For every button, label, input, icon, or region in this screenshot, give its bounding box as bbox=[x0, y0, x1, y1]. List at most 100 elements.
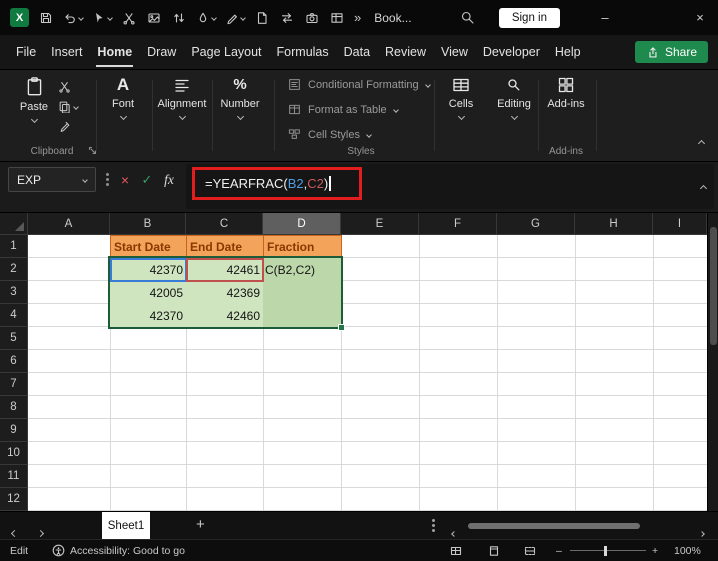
cut-icon[interactable] bbox=[121, 9, 137, 27]
tab-developer[interactable]: Developer bbox=[483, 45, 540, 59]
cell-styles-dropdown-icon[interactable] bbox=[366, 131, 372, 138]
tab-help[interactable]: Help bbox=[555, 45, 581, 59]
row-header-7[interactable]: 7 bbox=[0, 373, 28, 396]
row-header-5[interactable]: 5 bbox=[0, 327, 28, 350]
collapse-ribbon-button[interactable] bbox=[697, 133, 706, 151]
row-header-6[interactable]: 6 bbox=[0, 350, 28, 373]
zoom-slider-thumb[interactable] bbox=[604, 546, 607, 556]
row-header-11[interactable]: 11 bbox=[0, 465, 28, 488]
addins-button[interactable]: Add-ins bbox=[542, 76, 590, 110]
font-dropdown-icon[interactable] bbox=[119, 112, 127, 121]
vertical-scrollbar[interactable] bbox=[707, 213, 718, 511]
table-icon[interactable] bbox=[329, 9, 345, 27]
normal-view-button[interactable] bbox=[450, 540, 462, 561]
excel-logo-icon[interactable]: X bbox=[10, 8, 29, 27]
tab-review[interactable]: Review bbox=[385, 45, 426, 59]
font-color-icon[interactable] bbox=[225, 9, 246, 27]
paste-button[interactable]: Paste bbox=[12, 76, 56, 124]
alignment-group-button[interactable]: Alignment bbox=[156, 76, 208, 121]
camera-icon[interactable] bbox=[304, 9, 320, 27]
row-header-9[interactable]: 9 bbox=[0, 419, 28, 442]
format-as-table-button[interactable]: Format as Table bbox=[288, 103, 399, 116]
column-header-i[interactable]: I bbox=[653, 213, 707, 235]
row-header-8[interactable]: 8 bbox=[0, 396, 28, 419]
editing-dropdown-icon[interactable] bbox=[510, 112, 518, 121]
format-as-table-dropdown-icon[interactable] bbox=[392, 106, 399, 113]
select-all-corner[interactable] bbox=[0, 213, 28, 235]
search-icon[interactable] bbox=[460, 9, 476, 27]
number-group-button[interactable]: % Number bbox=[216, 76, 264, 121]
tab-draw[interactable]: Draw bbox=[147, 45, 176, 59]
paste-dropdown-icon[interactable] bbox=[30, 115, 38, 124]
copy-dropdown-icon[interactable] bbox=[73, 103, 79, 110]
column-header-g[interactable]: G bbox=[497, 213, 575, 235]
tab-data[interactable]: Data bbox=[344, 45, 370, 59]
formula-bar-expand-button[interactable] bbox=[699, 178, 708, 196]
horizontal-scrollbar-thumb[interactable] bbox=[468, 523, 640, 529]
share-button[interactable]: Share bbox=[634, 41, 708, 63]
cut-button[interactable] bbox=[58, 80, 71, 93]
column-header-d[interactable]: D bbox=[263, 213, 341, 235]
row-header-10[interactable]: 10 bbox=[0, 442, 28, 465]
column-header-h[interactable]: H bbox=[575, 213, 653, 235]
undo-icon[interactable] bbox=[63, 9, 84, 27]
name-box[interactable]: EXP bbox=[8, 167, 96, 192]
picture-icon[interactable] bbox=[146, 9, 162, 27]
fill-color-dropdown-icon[interactable] bbox=[211, 14, 217, 21]
zoom-level[interactable]: 100% bbox=[674, 540, 701, 561]
accessibility-status[interactable]: Accessibility: Good to go bbox=[70, 540, 185, 561]
row-header-4[interactable]: 4 bbox=[0, 304, 28, 327]
page-layout-view-button[interactable] bbox=[488, 540, 500, 561]
conditional-formatting-button[interactable]: Conditional Formatting bbox=[288, 78, 431, 91]
copy-button[interactable] bbox=[58, 100, 79, 113]
fill-handle[interactable] bbox=[338, 324, 345, 331]
name-box-dropdown-icon[interactable] bbox=[82, 176, 88, 183]
close-button[interactable]: × bbox=[690, 10, 710, 25]
row-header-3[interactable]: 3 bbox=[0, 281, 28, 304]
switch-windows-icon[interactable] bbox=[279, 9, 295, 27]
column-header-b[interactable]: B bbox=[110, 213, 186, 235]
enter-button[interactable]: ✓ bbox=[137, 170, 157, 190]
column-header-e[interactable]: E bbox=[341, 213, 419, 235]
cancel-button[interactable]: × bbox=[115, 170, 135, 190]
pointer-mode-icon[interactable] bbox=[92, 9, 113, 27]
column-header-c[interactable]: C bbox=[186, 213, 263, 235]
tab-formulas[interactable]: Formulas bbox=[277, 45, 329, 59]
font-group-button[interactable]: A Font bbox=[100, 76, 146, 121]
font-color-dropdown-icon[interactable] bbox=[240, 14, 246, 21]
add-sheet-button[interactable]: + bbox=[196, 516, 205, 533]
pointer-mode-dropdown-icon[interactable] bbox=[107, 14, 113, 21]
zoom-slider-track[interactable] bbox=[570, 550, 646, 551]
tab-page-layout[interactable]: Page Layout bbox=[191, 45, 261, 59]
vertical-scrollbar-thumb[interactable] bbox=[710, 227, 717, 345]
column-header-a[interactable]: A bbox=[28, 213, 110, 235]
minimize-button[interactable]: – bbox=[595, 10, 615, 25]
column-header-f[interactable]: F bbox=[419, 213, 497, 235]
cells-dropdown-icon[interactable] bbox=[457, 112, 465, 121]
row-header-1[interactable]: 1 bbox=[0, 235, 28, 258]
sign-in-button[interactable]: Sign in bbox=[498, 7, 560, 28]
tab-view[interactable]: View bbox=[441, 45, 468, 59]
accessibility-icon[interactable] bbox=[52, 540, 65, 561]
formula-bar-drag-dots-icon[interactable] bbox=[106, 178, 109, 181]
qat-overflow-icon[interactable]: » bbox=[354, 10, 361, 25]
number-dropdown-icon[interactable] bbox=[236, 112, 244, 121]
alignment-dropdown-icon[interactable] bbox=[178, 112, 186, 121]
new-document-icon[interactable] bbox=[254, 9, 270, 27]
cells-group-button[interactable]: Cells bbox=[438, 76, 484, 121]
save-icon[interactable] bbox=[38, 9, 54, 27]
zoom-in-button[interactable]: + bbox=[652, 540, 658, 561]
conditional-formatting-dropdown-icon[interactable] bbox=[424, 81, 431, 88]
sort-icon[interactable] bbox=[171, 9, 187, 27]
row-header-2[interactable]: 2 bbox=[0, 258, 28, 281]
tab-insert[interactable]: Insert bbox=[51, 45, 82, 59]
sheet-options-dots-icon[interactable] bbox=[432, 524, 435, 527]
tab-home[interactable]: Home bbox=[96, 45, 133, 67]
page-break-view-button[interactable] bbox=[524, 540, 536, 561]
fill-color-icon[interactable] bbox=[196, 9, 217, 27]
row-header-12[interactable]: 12 bbox=[0, 488, 28, 511]
sheet-tab-sheet1[interactable]: Sheet1 bbox=[102, 512, 150, 540]
zoom-out-button[interactable]: – bbox=[556, 540, 562, 561]
editing-group-button[interactable]: Editing bbox=[490, 76, 538, 121]
tab-file[interactable]: File bbox=[16, 45, 36, 59]
